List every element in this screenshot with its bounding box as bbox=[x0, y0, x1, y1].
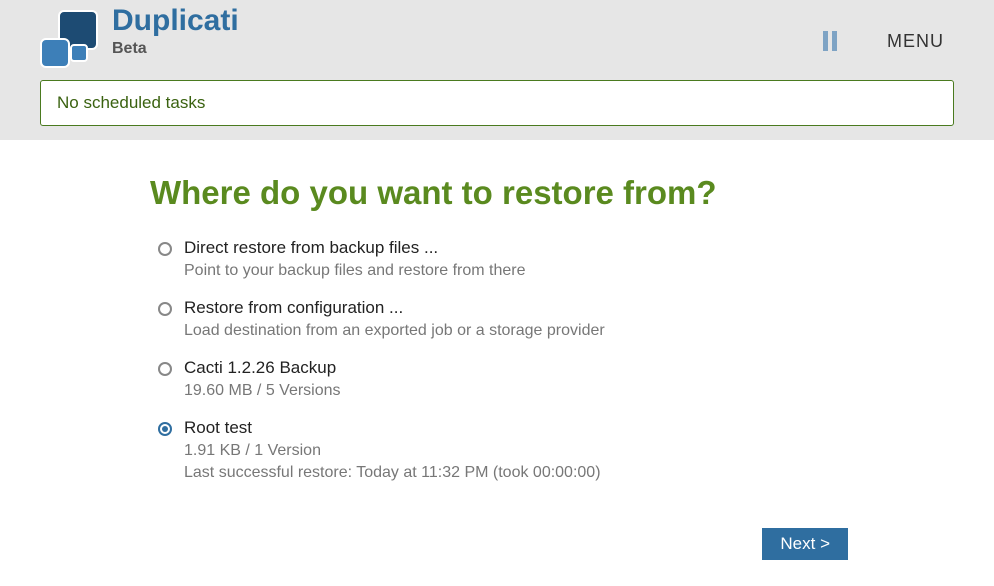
logo-icon bbox=[40, 8, 100, 66]
restore-option[interactable]: Root test 1.91 KB / 1 Version Last success… bbox=[158, 418, 844, 482]
content: Where do you want to restore from? Direc… bbox=[0, 140, 994, 502]
option-desc: Point to your backup files and restore f… bbox=[184, 262, 526, 280]
option-desc-secondary: Last successful restore: Today at 11:32 … bbox=[184, 464, 601, 482]
app-name: Duplicati bbox=[112, 6, 239, 36]
menu-button[interactable]: MENU bbox=[887, 31, 944, 52]
option-label: Root test bbox=[184, 418, 601, 438]
footer: Next > bbox=[0, 528, 994, 560]
option-label: Restore from configuration ... bbox=[184, 298, 605, 318]
header-row: Duplicati Beta MENU bbox=[40, 0, 954, 66]
option-texts: Cacti 1.2.26 Backup 19.60 MB / 5 Versions bbox=[184, 358, 341, 400]
radio-button[interactable] bbox=[158, 422, 172, 436]
option-desc: 1.91 KB / 1 Version bbox=[184, 442, 601, 460]
restore-options-list: Direct restore from backup files ... Poin… bbox=[150, 238, 844, 482]
option-texts: Restore from configuration ... Load desti… bbox=[184, 298, 605, 340]
next-button[interactable]: Next > bbox=[762, 528, 848, 560]
header-controls: MENU bbox=[821, 30, 944, 52]
brand-text: Duplicati Beta bbox=[112, 6, 239, 58]
page-title: Where do you want to restore from? bbox=[150, 174, 844, 212]
option-label: Direct restore from backup files ... bbox=[184, 238, 526, 258]
radio-button[interactable] bbox=[158, 302, 172, 316]
radio-button[interactable] bbox=[158, 362, 172, 376]
top-bar: Duplicati Beta MENU No scheduled tasks bbox=[0, 0, 994, 140]
option-label: Cacti 1.2.26 Backup bbox=[184, 358, 341, 378]
option-texts: Direct restore from backup files ... Poin… bbox=[184, 238, 526, 280]
option-desc: 19.60 MB / 5 Versions bbox=[184, 382, 341, 400]
brand-area: Duplicati Beta bbox=[40, 6, 239, 66]
restore-option[interactable]: Cacti 1.2.26 Backup 19.60 MB / 5 Versions bbox=[158, 358, 844, 400]
app-badge: Beta bbox=[112, 40, 239, 58]
radio-button[interactable] bbox=[158, 242, 172, 256]
restore-option[interactable]: Direct restore from backup files ... Poin… bbox=[158, 238, 844, 280]
pause-icon[interactable] bbox=[821, 30, 839, 52]
option-texts: Root test 1.91 KB / 1 Version Last success… bbox=[184, 418, 601, 482]
restore-option[interactable]: Restore from configuration ... Load desti… bbox=[158, 298, 844, 340]
option-desc: Load destination from an exported job or… bbox=[184, 322, 605, 340]
status-banner: No scheduled tasks bbox=[40, 80, 954, 126]
